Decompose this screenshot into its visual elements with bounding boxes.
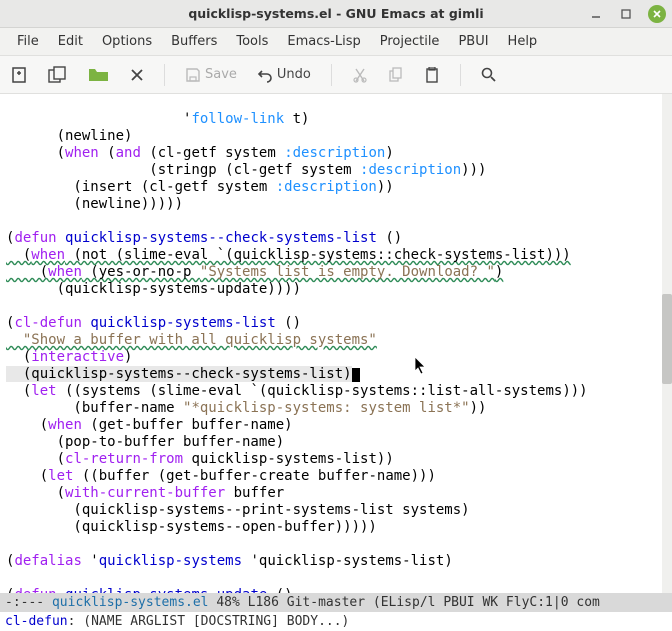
modeline[interactable]: -:--- quicklisp-systems.el 48% L186 Git-… — [0, 593, 672, 612]
menu-tools[interactable]: Tools — [227, 34, 277, 49]
menu-emacs-lisp[interactable]: Emacs-Lisp — [278, 34, 369, 49]
toolbar-separator — [164, 64, 165, 86]
toolbar-separator-3 — [460, 64, 461, 86]
new-file-icon[interactable] — [10, 66, 28, 84]
menu-pbui[interactable]: PBUI — [449, 34, 497, 49]
modeline-buffer-name: quicklisp-systems.el — [52, 595, 209, 610]
undo-label: Undo — [277, 67, 311, 82]
menubar: File Edit Options Buffers Tools Emacs-Li… — [0, 28, 672, 56]
undo-button[interactable]: Undo — [257, 67, 311, 83]
maximize-icon[interactable] — [618, 6, 634, 22]
text-cursor — [352, 368, 360, 382]
scrollbar[interactable] — [662, 94, 672, 593]
menu-projectile[interactable]: Projectile — [371, 34, 449, 49]
minibuffer-function: cl-defun — [5, 614, 68, 629]
menu-options[interactable]: Options — [93, 34, 161, 49]
menu-edit[interactable]: Edit — [49, 34, 92, 49]
open-files-icon[interactable] — [48, 66, 68, 84]
close-file-icon[interactable] — [130, 68, 144, 82]
titlebar: quicklisp-systems.el - GNU Emacs at giml… — [0, 0, 672, 28]
menu-file[interactable]: File — [8, 34, 48, 49]
scrollbar-thumb[interactable] — [662, 294, 672, 384]
menu-buffers[interactable]: Buffers — [162, 34, 226, 49]
folder-icon[interactable] — [88, 66, 110, 84]
paste-icon[interactable] — [424, 67, 440, 83]
minibuffer[interactable]: cl-defun: (NAME ARGLIST [DOCSTRING] BODY… — [0, 612, 672, 631]
save-button[interactable]: Save — [185, 67, 237, 83]
modeline-rest: 48% L186 Git-master (ELisp/l PBUI WK Fly… — [209, 595, 600, 610]
minibuffer-rest: : (NAME ARGLIST [DOCSTRING] BODY...) — [68, 614, 350, 629]
editor-area[interactable]: 'follow-link t) (newline) (when (and (cl… — [0, 94, 672, 593]
toolbar-separator-2 — [331, 64, 332, 86]
search-icon[interactable] — [481, 67, 497, 83]
cut-icon[interactable] — [352, 67, 368, 83]
window-title: quicklisp-systems.el - GNU Emacs at giml… — [188, 6, 483, 21]
minimize-icon[interactable] — [588, 6, 604, 22]
menu-help[interactable]: Help — [499, 34, 547, 49]
mouse-pointer-icon — [414, 356, 428, 376]
toolbar: Save Undo — [0, 56, 672, 94]
modeline-prefix: -:--- — [5, 595, 52, 610]
close-icon[interactable] — [648, 5, 666, 23]
save-label: Save — [205, 67, 237, 82]
copy-icon[interactable] — [388, 67, 404, 83]
